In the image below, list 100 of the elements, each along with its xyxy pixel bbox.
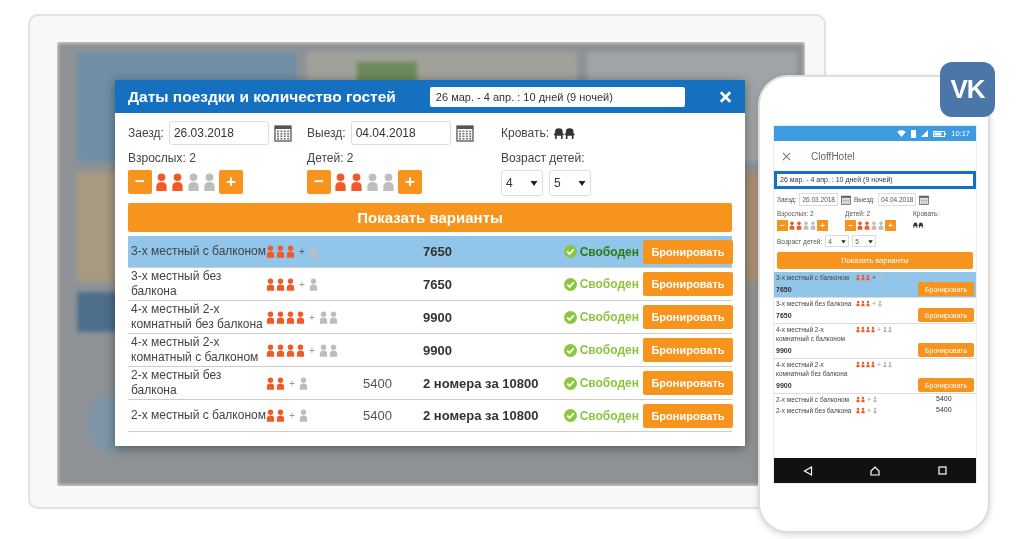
room-row[interactable]: 2-х местный без балкона + 5400 2 номера за 10800 Свободен Бронировать (128, 367, 732, 400)
person-icon (266, 310, 275, 324)
check-icon (563, 343, 577, 357)
person-icon (298, 376, 308, 390)
person-icon (878, 274, 883, 281)
guest-count-label: Детей: 2 (307, 151, 355, 165)
calendar-icon[interactable] (455, 124, 474, 142)
field-label: Кровать: (501, 126, 550, 140)
person-icon (318, 310, 328, 324)
room-name: 2-х местный без балкона (131, 368, 223, 398)
calendar-icon[interactable] (919, 194, 930, 205)
seats-icon (554, 127, 576, 139)
field-label: Заезд: (128, 126, 164, 140)
plus-sign: + (299, 246, 305, 257)
room-price: 2 номера за 10800 (423, 375, 540, 391)
caret-icon (578, 179, 586, 187)
price-per-room: 5400 (363, 375, 392, 391)
room-row[interactable]: 4-х местный 2-х комнатный с балконом + 9900 Свободен Бронировать (128, 334, 732, 367)
person-icon (318, 343, 328, 357)
room-name: 3-х местный без балкона (131, 269, 223, 299)
plus-sign: + (289, 410, 295, 421)
room-row[interactable]: 4-х местный 2-х комнатный без балкона + 9900 Свободен Бронировать (128, 301, 732, 334)
status-label: Свободен (579, 408, 639, 423)
close-icon[interactable] (782, 151, 791, 161)
check-icon (563, 277, 577, 291)
room-price: 9900 (423, 342, 453, 358)
person-icon (878, 300, 883, 307)
check-icon (563, 376, 577, 390)
person-icon (276, 376, 285, 390)
person-icon (266, 409, 275, 422)
check-icon (563, 245, 577, 258)
person-icon (296, 343, 305, 357)
person-icon (276, 245, 285, 258)
person-icon (266, 245, 275, 258)
person-icon (266, 343, 275, 357)
plus-sign: + (299, 278, 305, 290)
person-icon (308, 277, 318, 291)
date-field[interactable]: 04.04.2018 (350, 121, 451, 145)
person-icon (286, 310, 295, 324)
person-icon (298, 409, 308, 422)
room-name: 3-х местный с балконом (131, 244, 266, 259)
field-label: Выезд: (307, 126, 346, 140)
date-field[interactable]: 26.03.2018 (168, 121, 269, 145)
battery-icon (933, 130, 947, 137)
age-select[interactable]: 5 (549, 170, 591, 196)
plus-sign: + (309, 344, 315, 356)
room-name: 4-х местный 2-х комнатный без балкона (131, 302, 264, 332)
wifi-icon (897, 130, 907, 137)
price-per-room: 5400 (363, 408, 392, 423)
person-icon (296, 310, 305, 324)
room-price: 7650 (423, 244, 453, 259)
guest-count-label: Взрослых: 2 (128, 151, 197, 165)
person-icon (276, 409, 285, 422)
person-icon (286, 343, 295, 357)
caret-icon (868, 238, 874, 244)
status-label: Свободен (579, 376, 639, 390)
room-row[interactable]: 3-х местный с балконом + 7650 Свободен Бронировать (128, 236, 732, 268)
sim-icon (911, 129, 917, 138)
person-icon (276, 277, 285, 291)
person-icon (328, 343, 338, 357)
plus-sign: + (289, 377, 295, 389)
caret-icon (841, 238, 847, 244)
room-price: 2 номера за 10800 (423, 408, 540, 423)
app-title: CloffHotel (811, 150, 855, 162)
dialog-title: Даты поездки и количество гостей (128, 87, 396, 106)
plus-sign: + (309, 311, 315, 323)
person-icon (308, 245, 318, 258)
back-icon[interactable] (802, 465, 813, 476)
person-icon (276, 310, 285, 324)
status-label: Свободен (579, 244, 639, 259)
room-name: 4-х местный 2-х комнатный с балконом (131, 335, 260, 365)
person-icon (276, 343, 285, 357)
home-icon[interactable] (870, 465, 881, 476)
room-row[interactable]: 3-х местный без балкона + 7650 Свободен Бронировать (128, 268, 732, 301)
check-icon (563, 310, 577, 324)
person-icon (286, 245, 295, 258)
room-name: 2-х местный с балконом (131, 408, 266, 423)
check-icon (563, 409, 577, 422)
signal-icon (921, 130, 929, 137)
person-icon (266, 277, 275, 291)
status-label: Свободен (579, 310, 639, 324)
person-icon (266, 376, 275, 390)
recents-icon[interactable] (938, 466, 948, 475)
room-row[interactable]: 2-х местный с балконом + 5400 2 номера за 10800 Свободен Бронировать (128, 400, 732, 432)
seats-icon (913, 222, 924, 228)
room-price: 7650 (423, 276, 453, 292)
person-icon (873, 396, 878, 403)
field-label: Возраст детей: (501, 151, 586, 165)
logo: VK (940, 62, 995, 117)
date-range-field[interactable]: 26 мар. - 4 апр. : 10 дней (9 ночей) (429, 86, 685, 107)
room-price: 9900 (423, 309, 453, 325)
person-icon (873, 407, 878, 414)
caret-icon (530, 179, 538, 187)
calendar-icon[interactable] (841, 194, 851, 205)
calendar-icon[interactable] (273, 124, 292, 142)
person-icon (286, 277, 295, 291)
person-icon (328, 310, 338, 324)
status-label: Свободен (579, 343, 639, 357)
status-label: Свободен (579, 277, 639, 291)
age-select[interactable]: 4 (501, 170, 543, 196)
